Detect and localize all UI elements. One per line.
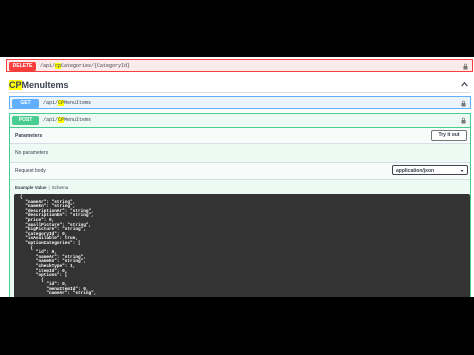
path-suffix: MenuItems [64, 117, 92, 123]
schema-tab[interactable]: Schema [52, 185, 69, 190]
example-schema-tabs: Example Value | Schema [15, 185, 68, 190]
code-line: "nameAr": "string", [20, 291, 97, 297]
try-it-out-button[interactable]: Try it out [431, 130, 467, 141]
lock-icon[interactable] [461, 100, 466, 107]
path-prefix: /api/ [43, 117, 59, 123]
chevron-up-icon[interactable] [461, 81, 468, 87]
path-prefix: /api/ [40, 63, 56, 69]
delete-category-operation[interactable]: DELETE /api/cpCategories/{CategoryId} [6, 59, 473, 72]
tab-separator: | [48, 185, 50, 190]
swagger-screen: DELETE /api/cpCategories/{CategoryId} CP… [0, 57, 474, 297]
delete-path: /api/cpCategories/{CategoryId} [40, 63, 130, 70]
post-menuitems-operation: POST /api/CPMenuItems Parameters Try it … [9, 113, 471, 297]
section-divider [9, 92, 470, 93]
section-title[interactable]: CPMenuItems [9, 80, 69, 90]
content-type-select[interactable]: application/json [392, 165, 468, 175]
request-body-bar: Request body application/json [10, 162, 470, 180]
lock-icon[interactable] [461, 117, 466, 124]
content-type-value: application/json [396, 168, 435, 174]
example-value-code[interactable]: { "nameAr": "string", "nameEn": "string"… [14, 194, 470, 297]
delete-method-badge: DELETE [9, 62, 36, 71]
path-suffix: MenuItems [64, 100, 92, 106]
lock-icon[interactable] [463, 63, 468, 70]
no-parameters-text: No parameters [15, 150, 49, 156]
path-suffix: Categories/{CategoryId} [61, 63, 131, 69]
request-body-label: Request body [15, 168, 46, 174]
title-highlight: CP [9, 80, 22, 90]
post-operation-header[interactable]: POST /api/CPMenuItems [10, 114, 470, 128]
get-menuitems-operation[interactable]: GET /api/CPMenuItems [9, 96, 471, 109]
parameters-title: Parameters [15, 133, 43, 139]
example-value-tab[interactable]: Example Value [15, 185, 47, 190]
post-path: /api/CPMenuItems [43, 117, 91, 124]
post-method-badge: POST [12, 116, 39, 125]
chevron-down-icon [460, 170, 464, 172]
path-prefix: /api/ [43, 100, 59, 106]
parameters-header: Parameters Try it out [10, 128, 470, 144]
title-rest: MenuItems [21, 80, 69, 90]
get-path: /api/CPMenuItems [43, 100, 91, 107]
get-method-badge: GET [12, 99, 39, 108]
